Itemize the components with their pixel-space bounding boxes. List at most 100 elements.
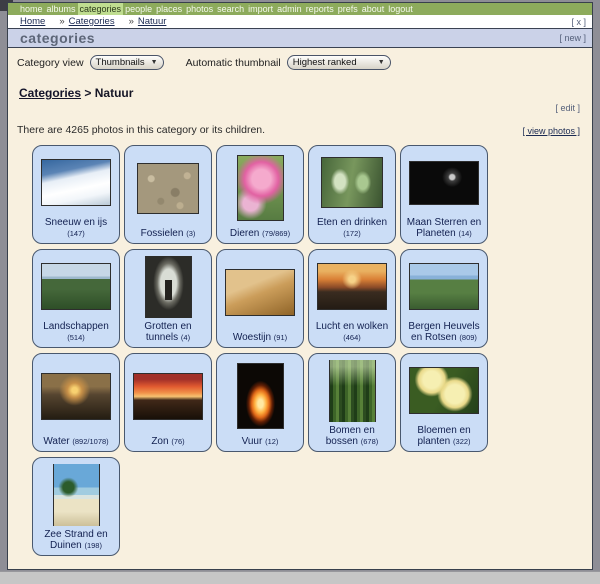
category-photo-count: (172)	[343, 229, 361, 238]
new-category-link[interactable]: [ new ]	[559, 33, 586, 43]
automatic-thumbnail-label: Automatic thumbnail	[186, 57, 281, 69]
sunset-clouds-thumbnail	[317, 263, 387, 310]
category-photo-count: (514)	[67, 333, 85, 342]
photo-count-text: There are 4265 photos in this category o…	[17, 124, 265, 136]
category-photo-count: (464)	[343, 333, 361, 342]
category-card[interactable]: Zon (76)	[124, 353, 212, 452]
category-photo-count: (14)	[458, 229, 471, 238]
edit-category-link[interactable]: [ edit ]	[555, 103, 580, 113]
category-name: Fossielen	[141, 228, 187, 239]
category-name: Landschappen	[43, 321, 109, 332]
category-photo-count: (678)	[361, 437, 379, 446]
category-photo-count: (147)	[67, 229, 85, 238]
breadcrumb-separator: »	[59, 16, 64, 27]
category-view-value: Thumbnails	[96, 57, 145, 68]
breadcrumb-separator: »	[129, 16, 134, 27]
content-area: Category view Thumbnails ▼ Automatic thu…	[8, 48, 592, 569]
category-card[interactable]: Eten en drinken (172)	[308, 145, 396, 244]
moon-night-thumbnail	[409, 161, 479, 205]
fossil-rock-thumbnail	[137, 163, 199, 214]
nav-item-about[interactable]: about	[360, 3, 387, 15]
category-name: Vuur	[242, 436, 266, 447]
categories-parent-link[interactable]: Categories	[19, 86, 81, 100]
category-card[interactable]: Bloemen en planten (322)	[400, 353, 488, 452]
category-card[interactable]: Sneeuw en ijs (147)	[32, 145, 120, 244]
app-window: homealbumscategoriespeopleplacesphotosse…	[7, 2, 593, 570]
category-name: Dieren	[230, 228, 262, 239]
nav-item-search[interactable]: search	[215, 3, 246, 15]
screen: homealbumscategoriespeopleplacesphotosse…	[0, 0, 600, 584]
breadcrumb-link-natuur[interactable]: Natuur	[138, 16, 167, 27]
category-card[interactable]: Dieren (79/869)	[216, 145, 304, 244]
forest-trees-thumbnail	[329, 360, 376, 422]
category-card[interactable]: Woestijn (91)	[216, 249, 304, 348]
breadcrumb-link-categories[interactable]: Categories	[69, 16, 115, 27]
category-card[interactable]: Bomen en bossen (678)	[308, 353, 396, 452]
nav-item-reports[interactable]: reports	[304, 3, 336, 15]
category-card[interactable]: Landschappen (514)	[32, 249, 120, 348]
beach-palm-thumbnail	[53, 464, 100, 526]
cave-tunnel-thumbnail	[145, 256, 192, 318]
nav-item-import[interactable]: import	[246, 3, 275, 15]
campfire-thumbnail	[237, 363, 284, 429]
red-sunset-thumbnail	[133, 373, 203, 420]
nav-item-prefs[interactable]: prefs	[336, 3, 360, 15]
nav-item-categories[interactable]: categories	[78, 3, 124, 15]
automatic-thumbnail-select[interactable]: Highest ranked ▼	[287, 55, 391, 70]
breadcrumb: Home » Categories » Natuur [ x ]	[8, 15, 592, 29]
page-title: categories	[20, 30, 95, 46]
nav-item-photos[interactable]: photos	[184, 3, 215, 15]
category-card[interactable]: Bergen Heuvels en Rotsen (809)	[400, 249, 488, 348]
category-photo-count: (892/1078)	[72, 437, 108, 446]
pink-flower-thumbnail	[237, 155, 284, 221]
category-photo-count: (76)	[171, 437, 184, 446]
forest-skyline-thumbnail	[41, 263, 111, 310]
breadcrumb-link-home[interactable]: Home	[20, 16, 45, 27]
chevron-down-icon: ▼	[151, 59, 158, 66]
category-photo-count: (79/869)	[262, 229, 290, 238]
category-photo-count: (322)	[453, 437, 471, 446]
nav-item-places[interactable]: places	[154, 3, 184, 15]
category-photo-count: (12)	[265, 437, 278, 446]
category-name: Lucht en wolken	[316, 321, 388, 332]
category-name: Woestijn	[233, 332, 274, 343]
current-category-name: Natuur	[95, 86, 134, 100]
nav-item-logout[interactable]: logout	[386, 3, 415, 15]
yellow-flowers-thumbnail	[409, 367, 479, 414]
nav-item-admin[interactable]: admin	[275, 3, 304, 15]
page-titlebar: categories [ new ]	[8, 29, 592, 48]
view-photos-link[interactable]: [ view photos ]	[522, 126, 580, 136]
status-bar	[0, 571, 600, 584]
nav-item-people[interactable]: people	[123, 3, 154, 15]
category-card[interactable]: Maan Sterren en Planeten (14)	[400, 145, 488, 244]
lake-sunset-thumbnail	[41, 373, 111, 420]
desert-dune-thumbnail	[225, 269, 295, 316]
path-separator: >	[84, 86, 91, 100]
view-controls: Category view Thumbnails ▼ Automatic thu…	[17, 55, 582, 70]
category-photo-count: (91)	[274, 333, 287, 342]
category-photo-count: (198)	[84, 541, 102, 550]
green-mountains-thumbnail	[409, 263, 479, 310]
category-name: Water	[43, 436, 72, 447]
category-card[interactable]: Grotten en tunnels (4)	[124, 249, 212, 348]
category-card[interactable]: Vuur (12)	[216, 353, 304, 452]
category-card[interactable]: Zee Strand en Duinen (198)	[32, 457, 120, 556]
food-market-thumbnail	[321, 157, 383, 208]
edit-row: [ edit ]	[8, 103, 580, 113]
summary-row: There are 4265 photos in this category o…	[17, 124, 580, 136]
category-name: Sneeuw en ijs	[45, 217, 107, 228]
breadcrumb-close-link[interactable]: [ x ]	[571, 17, 586, 27]
category-card[interactable]: Water (892/1078)	[32, 353, 120, 452]
category-card[interactable]: Lucht en wolken (464)	[308, 249, 396, 348]
category-card[interactable]: Fossielen (3)	[124, 145, 212, 244]
chevron-down-icon: ▼	[378, 59, 385, 66]
category-view-select[interactable]: Thumbnails ▼	[90, 55, 164, 70]
category-name: Zon	[151, 436, 171, 447]
nav-item-albums[interactable]: albums	[45, 3, 78, 15]
category-photo-count: (4)	[181, 333, 190, 342]
category-photo-count: (3)	[186, 229, 195, 238]
automatic-thumbnail-value: Highest ranked	[293, 57, 357, 68]
category-photo-count: (809)	[459, 333, 477, 342]
category-grid: Sneeuw en ijs (147) Fossielen (3) Dieren…	[32, 145, 592, 556]
nav-item-home[interactable]: home	[18, 3, 45, 15]
